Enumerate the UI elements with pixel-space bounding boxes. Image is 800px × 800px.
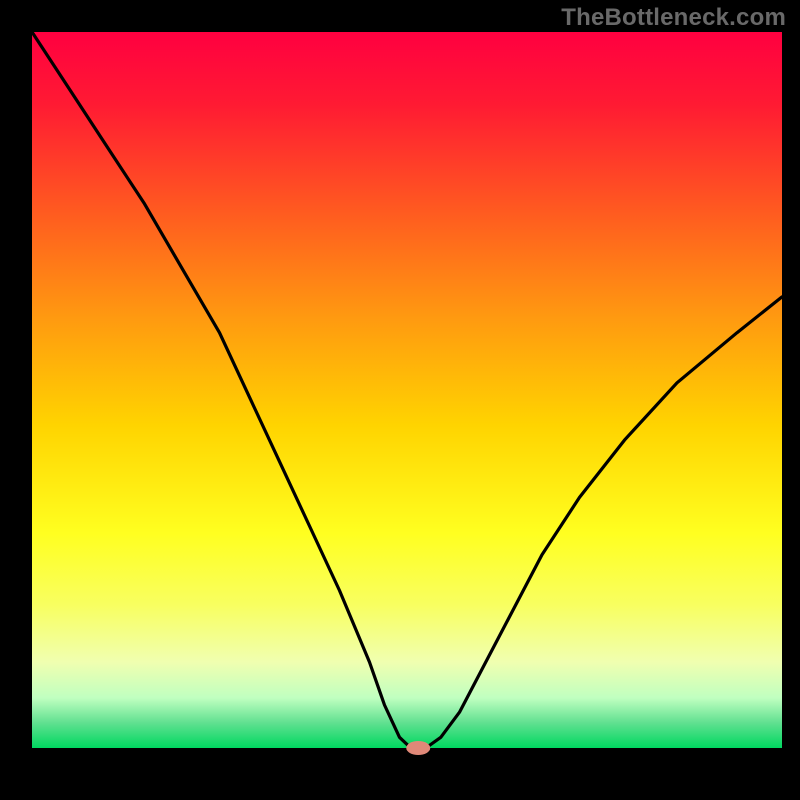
watermark-text: TheBottleneck.com — [561, 4, 786, 32]
optimal-marker — [406, 741, 430, 755]
bottleneck-chart — [0, 0, 800, 800]
chart-frame: { "watermark": "TheBottleneck.com", "cha… — [0, 0, 800, 800]
